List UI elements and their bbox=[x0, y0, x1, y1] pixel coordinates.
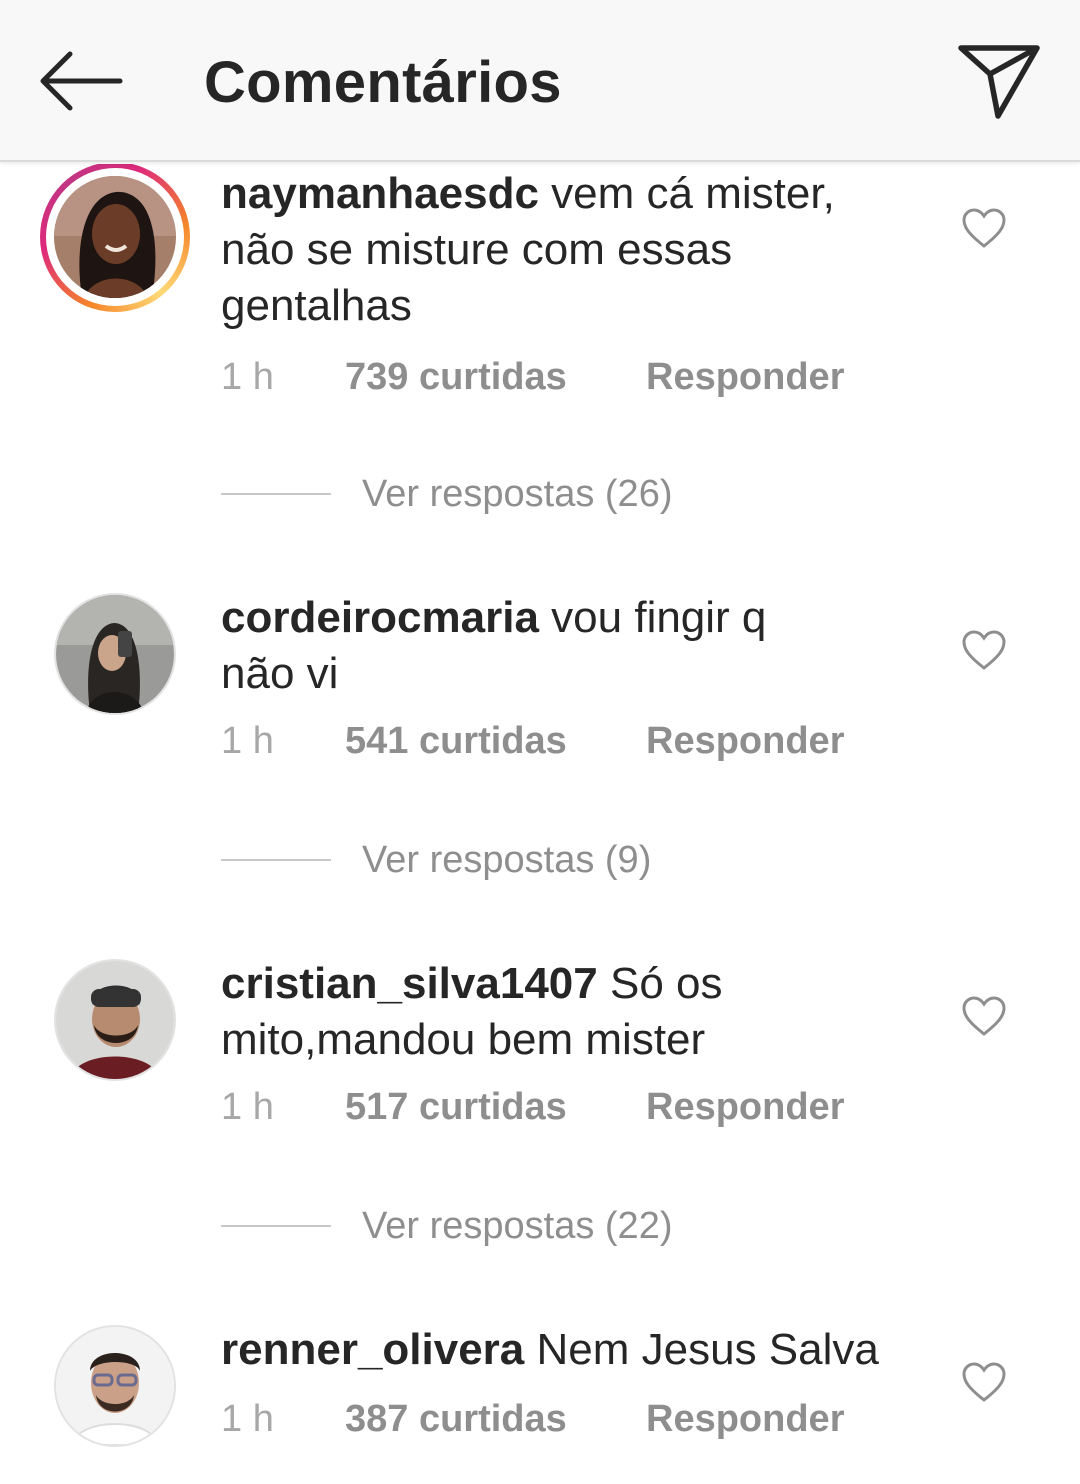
comment-time: 1 h bbox=[221, 1398, 274, 1440]
view-replies-label[interactable]: Ver respostas (9) bbox=[362, 835, 651, 885]
reply-button[interactable]: Responder bbox=[646, 354, 844, 400]
comment-text: cordeirocmaria vou fingir q não vi bbox=[221, 590, 781, 702]
comment-likes[interactable]: 739 curtidas bbox=[345, 354, 567, 400]
comment-username[interactable]: cordeirocmaria bbox=[221, 593, 539, 642]
avatar bbox=[54, 176, 176, 298]
comment-likes[interactable]: 517 curtidas bbox=[345, 1084, 567, 1130]
comment-likes[interactable]: 541 curtidas bbox=[345, 718, 567, 764]
comment-text: renner_olivera Nem Jesus Salva bbox=[221, 1322, 911, 1378]
comment-likes[interactable]: 387 curtidas bbox=[345, 1396, 567, 1442]
comment-username[interactable]: naymanhaesdc bbox=[221, 169, 539, 218]
comment-time: 1 h bbox=[221, 356, 274, 398]
view-replies-label[interactable]: Ver respostas (26) bbox=[362, 469, 672, 519]
back-button[interactable] bbox=[36, 48, 126, 114]
reply-button[interactable]: Responder bbox=[646, 718, 844, 764]
reply-button[interactable]: Responder bbox=[646, 1084, 844, 1130]
heart-icon[interactable] bbox=[960, 628, 1008, 672]
comment-text: naymanhaesdc vem cá mister, não se mistu… bbox=[221, 166, 911, 334]
avatar[interactable] bbox=[54, 959, 176, 1081]
comment-time: 1 h bbox=[221, 720, 274, 762]
paper-plane-icon bbox=[958, 45, 1040, 119]
heart-icon[interactable] bbox=[960, 206, 1008, 250]
comment-username[interactable]: renner_olivera bbox=[221, 1325, 524, 1374]
view-replies-label[interactable]: Ver respostas (22) bbox=[362, 1201, 672, 1251]
comments-list[interactable]: naymanhaesdc vem cá mister, não se mistu… bbox=[0, 164, 1080, 1484]
heart-icon[interactable] bbox=[960, 994, 1008, 1038]
replies-divider bbox=[221, 493, 331, 495]
top-app-bar: Comentários bbox=[0, 0, 1080, 162]
arrow-left-icon bbox=[40, 51, 123, 111]
comment-username[interactable]: cristian_silva1407 bbox=[221, 959, 598, 1008]
comment-body: Nem Jesus Salva bbox=[536, 1325, 879, 1374]
heart-icon[interactable] bbox=[960, 1360, 1008, 1404]
reply-button[interactable]: Responder bbox=[646, 1396, 844, 1442]
replies-divider bbox=[221, 859, 331, 861]
replies-divider bbox=[221, 1225, 331, 1227]
page-title: Comentários bbox=[204, 50, 562, 115]
avatar-story-ring[interactable] bbox=[40, 164, 190, 312]
comment-text: cristian_silva1407 Só os mito,mandou bem… bbox=[221, 956, 781, 1068]
avatar[interactable] bbox=[54, 1325, 176, 1447]
comment-time: 1 h bbox=[221, 1086, 274, 1128]
avatar[interactable] bbox=[54, 593, 176, 715]
share-button[interactable] bbox=[954, 40, 1044, 124]
